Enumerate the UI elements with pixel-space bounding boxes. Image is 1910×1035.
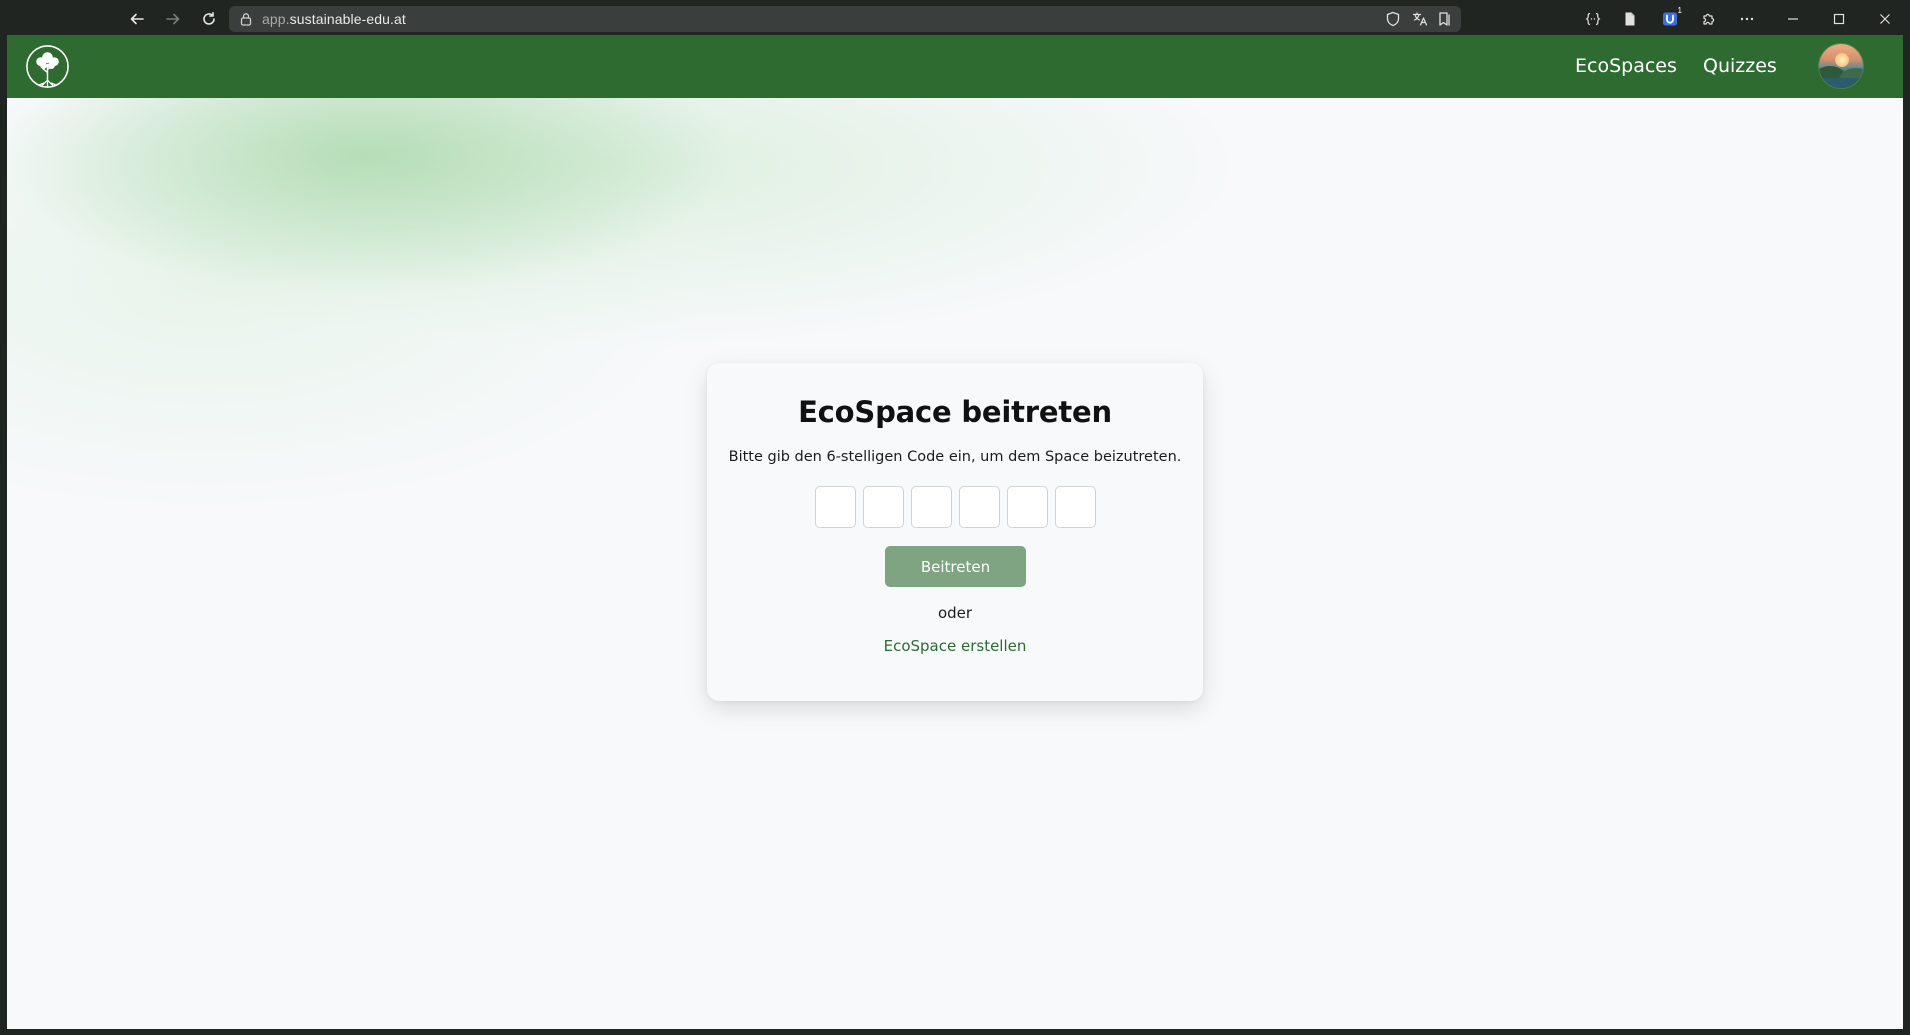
minimize-button[interactable] (1783, 9, 1803, 29)
extensions-button[interactable] (1699, 9, 1719, 29)
code-digit-input-3[interactable] (911, 486, 952, 528)
address-bar[interactable]: app.sustainable-edu.at (229, 6, 1461, 32)
more-menu-button[interactable] (1737, 9, 1757, 29)
avatar-sun (1835, 53, 1849, 67)
create-ecospace-row: EcoSpace erstellen (707, 637, 1203, 655)
shield-icon[interactable] (1385, 11, 1401, 27)
document-icon (1625, 12, 1635, 26)
avatar-water (1819, 78, 1863, 88)
create-ecospace-link[interactable]: EcoSpace erstellen (884, 637, 1027, 655)
reload-button[interactable] (197, 7, 221, 31)
maximize-icon (1833, 13, 1845, 25)
translate-icon[interactable] (1412, 11, 1428, 27)
nav-ecospaces-link[interactable]: EcoSpaces (1575, 55, 1677, 77)
code-digit-input-4[interactable] (959, 486, 1000, 528)
browser-toolbar: app.sustainable-edu.at 1 (0, 0, 1910, 38)
close-window-button[interactable] (1875, 9, 1895, 29)
back-arrow-icon (130, 13, 144, 25)
puzzle-icon (1703, 13, 1715, 25)
forward-arrow-icon (166, 13, 180, 25)
code-digit-input-6[interactable] (1055, 486, 1096, 528)
lock-icon (240, 13, 252, 26)
join-button[interactable]: Beitreten (885, 546, 1026, 587)
card-title: EcoSpace beitreten (798, 395, 1112, 429)
devtools-button[interactable] (1583, 9, 1603, 29)
card-description: Bitte gib den 6-stelligen Code ein, um d… (728, 449, 1182, 465)
document-button[interactable] (1620, 9, 1640, 29)
or-separator: oder (937, 604, 973, 622)
more-icon (1740, 17, 1754, 21)
reading-list-icon[interactable] (1437, 11, 1453, 27)
url-text: app.sustainable-edu.at (262, 11, 406, 27)
extension-u-button[interactable]: 1 (1660, 6, 1682, 29)
user-avatar[interactable] (1819, 44, 1863, 88)
braces-icon (1585, 12, 1601, 26)
minimize-icon (1788, 18, 1798, 20)
page-viewport: EcoSpaces Quizzes EcoSpace beitreten Bit… (7, 35, 1903, 1029)
reload-icon (203, 12, 215, 25)
app-header: EcoSpaces Quizzes (7, 35, 1903, 98)
extension-badge: 1 (1677, 6, 1682, 15)
tree-logo-icon[interactable] (24, 43, 71, 90)
nav-quizzes-link[interactable]: Quizzes (1703, 55, 1777, 77)
code-digit-input-2[interactable] (863, 486, 904, 528)
url-domain: sustainable-edu.at (289, 11, 406, 27)
url-subdomain: app. (262, 11, 290, 27)
back-button[interactable] (125, 7, 149, 31)
code-digit-input-5[interactable] (1007, 486, 1048, 528)
join-ecospace-card: EcoSpace beitreten Bitte gib den 6-stell… (707, 363, 1203, 701)
forward-button[interactable] (161, 7, 185, 31)
maximize-button[interactable] (1829, 9, 1849, 29)
code-digit-input-1[interactable] (815, 486, 856, 528)
extension-u-icon (1663, 12, 1677, 26)
close-icon (1880, 14, 1890, 24)
